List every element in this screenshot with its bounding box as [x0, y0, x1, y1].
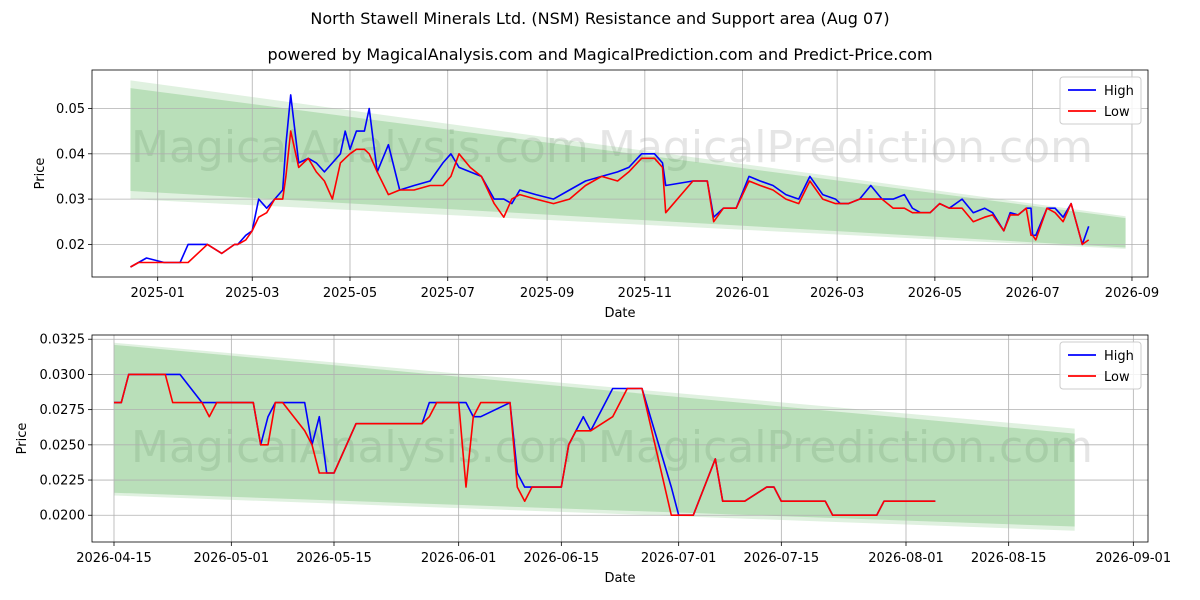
legend: High Low — [1059, 341, 1142, 390]
legend-label-high: High — [1104, 84, 1134, 99]
x-tick-label: 2025-05 — [323, 286, 377, 301]
x-tick-label: 2026-04-15 — [76, 551, 152, 566]
y-tick-label: 0.0300 — [40, 368, 86, 383]
y-tick-label: 0.02 — [56, 238, 85, 253]
x-tick-label: 2026-07 — [1005, 286, 1059, 301]
x-axis-label: Date — [604, 306, 635, 321]
y-tick-label: 0.05 — [56, 102, 85, 117]
y-tick-label: 0.03 — [56, 193, 85, 208]
legend: High Low — [1059, 76, 1142, 125]
x-tick-label: 2026-03 — [810, 286, 864, 301]
x-tick-label: 2026-05-01 — [194, 551, 270, 566]
x-tick-label: 2026-05-15 — [296, 551, 372, 566]
x-axis-label: Date — [604, 571, 635, 586]
top-panel: MagicalAnalysis.com MagicalPrediction.com… — [33, 69, 1159, 321]
legend-label-high: High — [1104, 349, 1134, 364]
x-tick-label: 2026-05 — [908, 286, 962, 301]
y-tick-label: 0.0200 — [40, 509, 86, 524]
x-tick-label: 2025-11 — [618, 286, 672, 301]
x-tick-label: 2026-07-15 — [744, 551, 820, 566]
y-tick-label: 0.0275 — [40, 403, 86, 418]
y-axis-label: Price — [33, 158, 48, 190]
x-tick-label: 2026-06-01 — [421, 551, 497, 566]
x-tick-label: 2026-06-15 — [524, 551, 600, 566]
y-axis-label: Price — [15, 423, 30, 455]
x-tick-label: 2026-07-01 — [641, 551, 717, 566]
y-tick-label: 0.0250 — [40, 438, 86, 453]
legend-label-low: Low — [1104, 105, 1130, 120]
x-tick-label: 2026-09 — [1105, 286, 1159, 301]
legend-label-low: Low — [1104, 370, 1130, 385]
bottom-panel: MagicalAnalysis.com MagicalPrediction.com… — [15, 333, 1171, 586]
x-tick-label: 2026-08-15 — [971, 551, 1047, 566]
y-tick-label: 0.0325 — [40, 333, 86, 348]
x-tick-label: 2025-01 — [131, 286, 185, 301]
x-tick-label: 2025-07 — [421, 286, 475, 301]
chart-canvas: MagicalAnalysis.com MagicalPrediction.com… — [15, 69, 1171, 586]
x-tick-label: 2025-09 — [520, 286, 574, 301]
y-tick-label: 0.0225 — [40, 474, 86, 489]
x-tick-label: 2026-01 — [715, 286, 769, 301]
x-tick-label: 2025-03 — [225, 286, 279, 301]
y-tick-label: 0.04 — [56, 147, 85, 162]
x-tick-label: 2026-08-01 — [868, 551, 944, 566]
x-tick-label: 2026-09-01 — [1096, 551, 1172, 566]
